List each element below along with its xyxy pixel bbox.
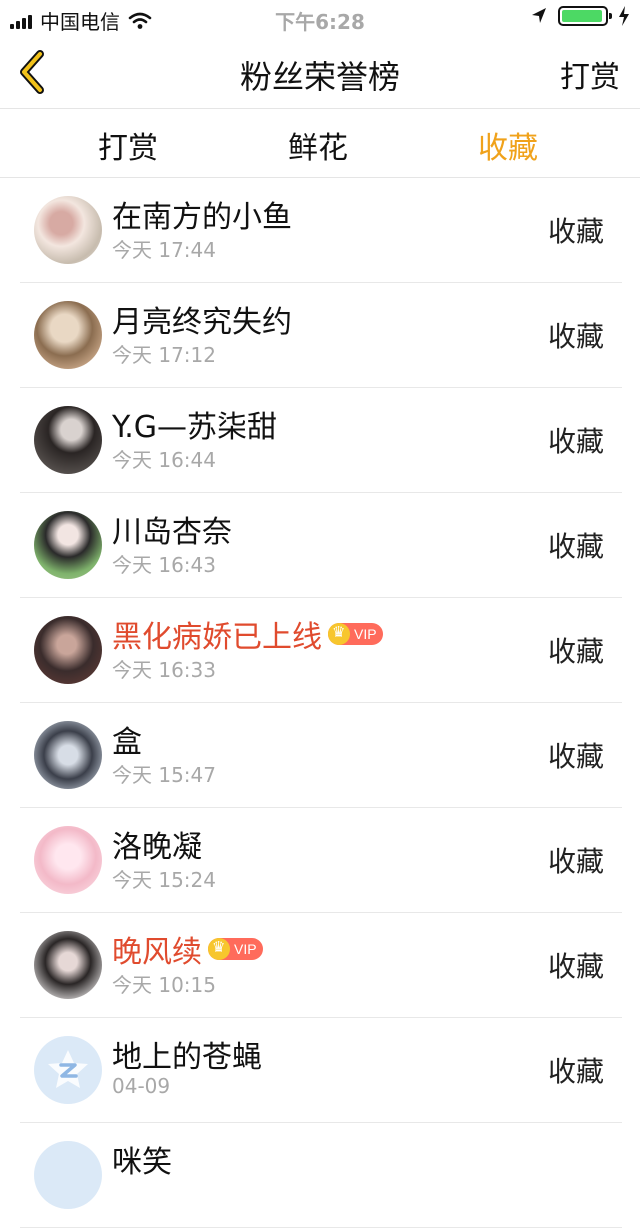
nav-bar: 粉丝荣誉榜 打赏 xyxy=(0,36,640,109)
status-right xyxy=(530,6,630,26)
crown-icon xyxy=(328,623,350,645)
fan-list: 在南方的小鱼 今天 17:44 收藏 月亮终究失约 今天 17:12 收藏 Y.… xyxy=(0,178,640,1228)
vip-badge: VIP xyxy=(208,938,263,960)
action-label: 收藏 xyxy=(547,320,604,353)
timestamp: 04-09 xyxy=(112,1074,171,1098)
action-label: 收藏 xyxy=(547,950,604,983)
avatar[interactable] xyxy=(34,196,102,264)
list-item[interactable]: 洛晚凝 今天 15:24 收藏 xyxy=(20,808,622,913)
list-item[interactable]: Y.G—苏柒甜 今天 16:44 收藏 xyxy=(20,388,622,493)
avatar[interactable] xyxy=(34,406,102,474)
timestamp: 今天 16:43 xyxy=(112,553,216,577)
list-item[interactable]: 在南方的小鱼 今天 17:44 收藏 xyxy=(20,178,622,283)
avatar[interactable] xyxy=(34,826,102,894)
reward-button[interactable]: 打赏 xyxy=(560,52,620,96)
user-name: 在南方的小鱼 xyxy=(112,200,292,235)
avatar[interactable] xyxy=(34,931,102,999)
avatar[interactable] xyxy=(34,301,102,369)
timestamp: 今天 15:47 xyxy=(112,763,216,787)
user-name: 月亮终究失约 xyxy=(112,305,292,340)
user-name: 地上的苍蝇 xyxy=(112,1040,262,1075)
timestamp: 今天 15:24 xyxy=(112,868,216,892)
page-title: 粉丝荣誉榜 xyxy=(239,58,400,96)
list-item[interactable]: 盒 今天 15:47 收藏 xyxy=(20,703,622,808)
location-icon xyxy=(532,8,546,23)
list-item[interactable]: 月亮终究失约 今天 17:12 收藏 xyxy=(20,283,622,388)
avatar[interactable] xyxy=(34,616,102,684)
avatar-default[interactable] xyxy=(34,1036,102,1104)
user-name: 洛晚凝 xyxy=(112,830,202,865)
timestamp: 今天 17:12 xyxy=(112,343,216,367)
user-name: 川岛杏奈 xyxy=(112,515,232,550)
crown-icon xyxy=(208,938,230,960)
avatar[interactable] xyxy=(34,721,102,789)
timestamp: 今天 10:15 xyxy=(112,973,216,997)
avatar-default[interactable] xyxy=(34,1141,102,1209)
list-item[interactable]: 地上的苍蝇 04-09 收藏 xyxy=(20,1018,622,1123)
battery-icon xyxy=(558,6,612,26)
action-label: 收藏 xyxy=(547,845,604,878)
tab-bar: 打赏 鲜花 收藏 xyxy=(0,109,640,178)
list-item[interactable]: 黑化病娇已上线 VIP 今天 16:33 收藏 xyxy=(20,598,622,703)
action-label: 收藏 xyxy=(547,530,604,563)
list-item[interactable]: 川岛杏奈 今天 16:43 收藏 xyxy=(20,493,622,598)
timestamp: 今天 17:44 xyxy=(112,238,216,262)
list-item[interactable]: 晚风续 VIP 今天 10:15 收藏 xyxy=(20,913,622,1018)
status-bar: 中国电信 下午6:28 xyxy=(0,0,640,36)
action-label: 收藏 xyxy=(547,1055,604,1088)
action-label: 收藏 xyxy=(547,635,604,668)
user-name-vip: 晚风续 VIP xyxy=(112,927,263,971)
user-name: 盒 xyxy=(112,725,142,760)
user-name-vip: 黑化病娇已上线 VIP xyxy=(112,612,383,656)
tab-flowers[interactable]: 鲜花 xyxy=(258,123,378,167)
user-name: Y.G—苏柒甜 xyxy=(112,410,278,445)
default-avatar-icon xyxy=(34,1036,102,1104)
action-label: 收藏 xyxy=(547,425,604,458)
charging-icon xyxy=(619,6,629,26)
timestamp: 今天 16:44 xyxy=(112,448,216,472)
action-label: 收藏 xyxy=(547,740,604,773)
user-name: 咪笑 xyxy=(112,1145,172,1180)
timestamp: 今天 16:33 xyxy=(112,658,216,682)
action-label: 收藏 xyxy=(547,215,604,248)
tab-reward[interactable]: 打赏 xyxy=(68,123,188,167)
tab-favorites[interactable]: 收藏 xyxy=(448,123,568,167)
avatar[interactable] xyxy=(34,511,102,579)
vip-badge: VIP xyxy=(328,623,383,645)
